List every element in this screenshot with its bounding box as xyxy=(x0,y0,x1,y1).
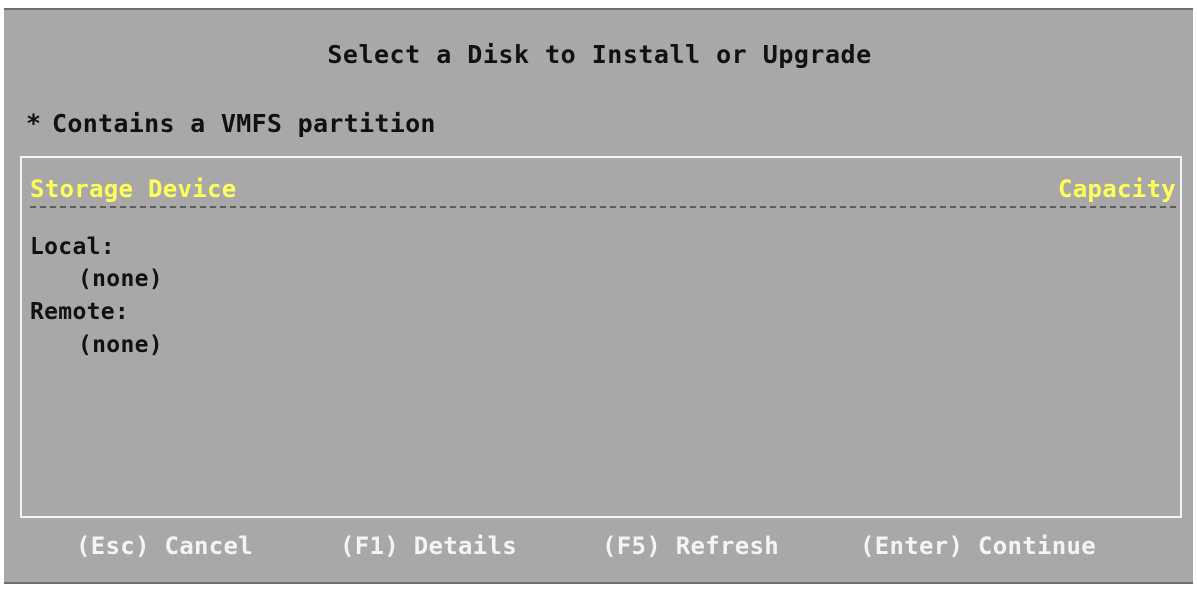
cancel-key-button[interactable]: (Esc) Cancel xyxy=(76,532,253,560)
details-key-button[interactable]: (F1) Details xyxy=(340,532,517,560)
column-header-capacity: Capacity xyxy=(1058,175,1176,203)
refresh-key-button[interactable]: (F5) Refresh xyxy=(602,532,779,560)
column-header-storage-device: Storage Device xyxy=(30,175,237,203)
header-separator xyxy=(30,206,1176,208)
disk-select-dialog: Select a Disk to Install or Upgrade * Con… xyxy=(4,8,1195,584)
vmfs-legend: * Contains a VMFS partition xyxy=(26,109,436,138)
continue-key-button[interactable]: (Enter) Continue xyxy=(860,532,1096,560)
vmfs-marker-icon: * xyxy=(26,109,42,138)
list-item-remote-none: (none) xyxy=(78,332,163,358)
storage-device-list[interactable]: Storage Device Capacity Local: (none) Re… xyxy=(20,156,1182,518)
group-label-remote: Remote: xyxy=(30,299,130,325)
dialog-title: Select a Disk to Install or Upgrade xyxy=(327,40,872,69)
key-hint-bar: (Esc) Cancel (F1) Details (F5) Refresh (… xyxy=(4,532,1195,572)
group-label-local: Local: xyxy=(30,234,115,260)
list-item-local-none: (none) xyxy=(78,266,163,292)
vmfs-legend-text: Contains a VMFS partition xyxy=(52,109,436,138)
